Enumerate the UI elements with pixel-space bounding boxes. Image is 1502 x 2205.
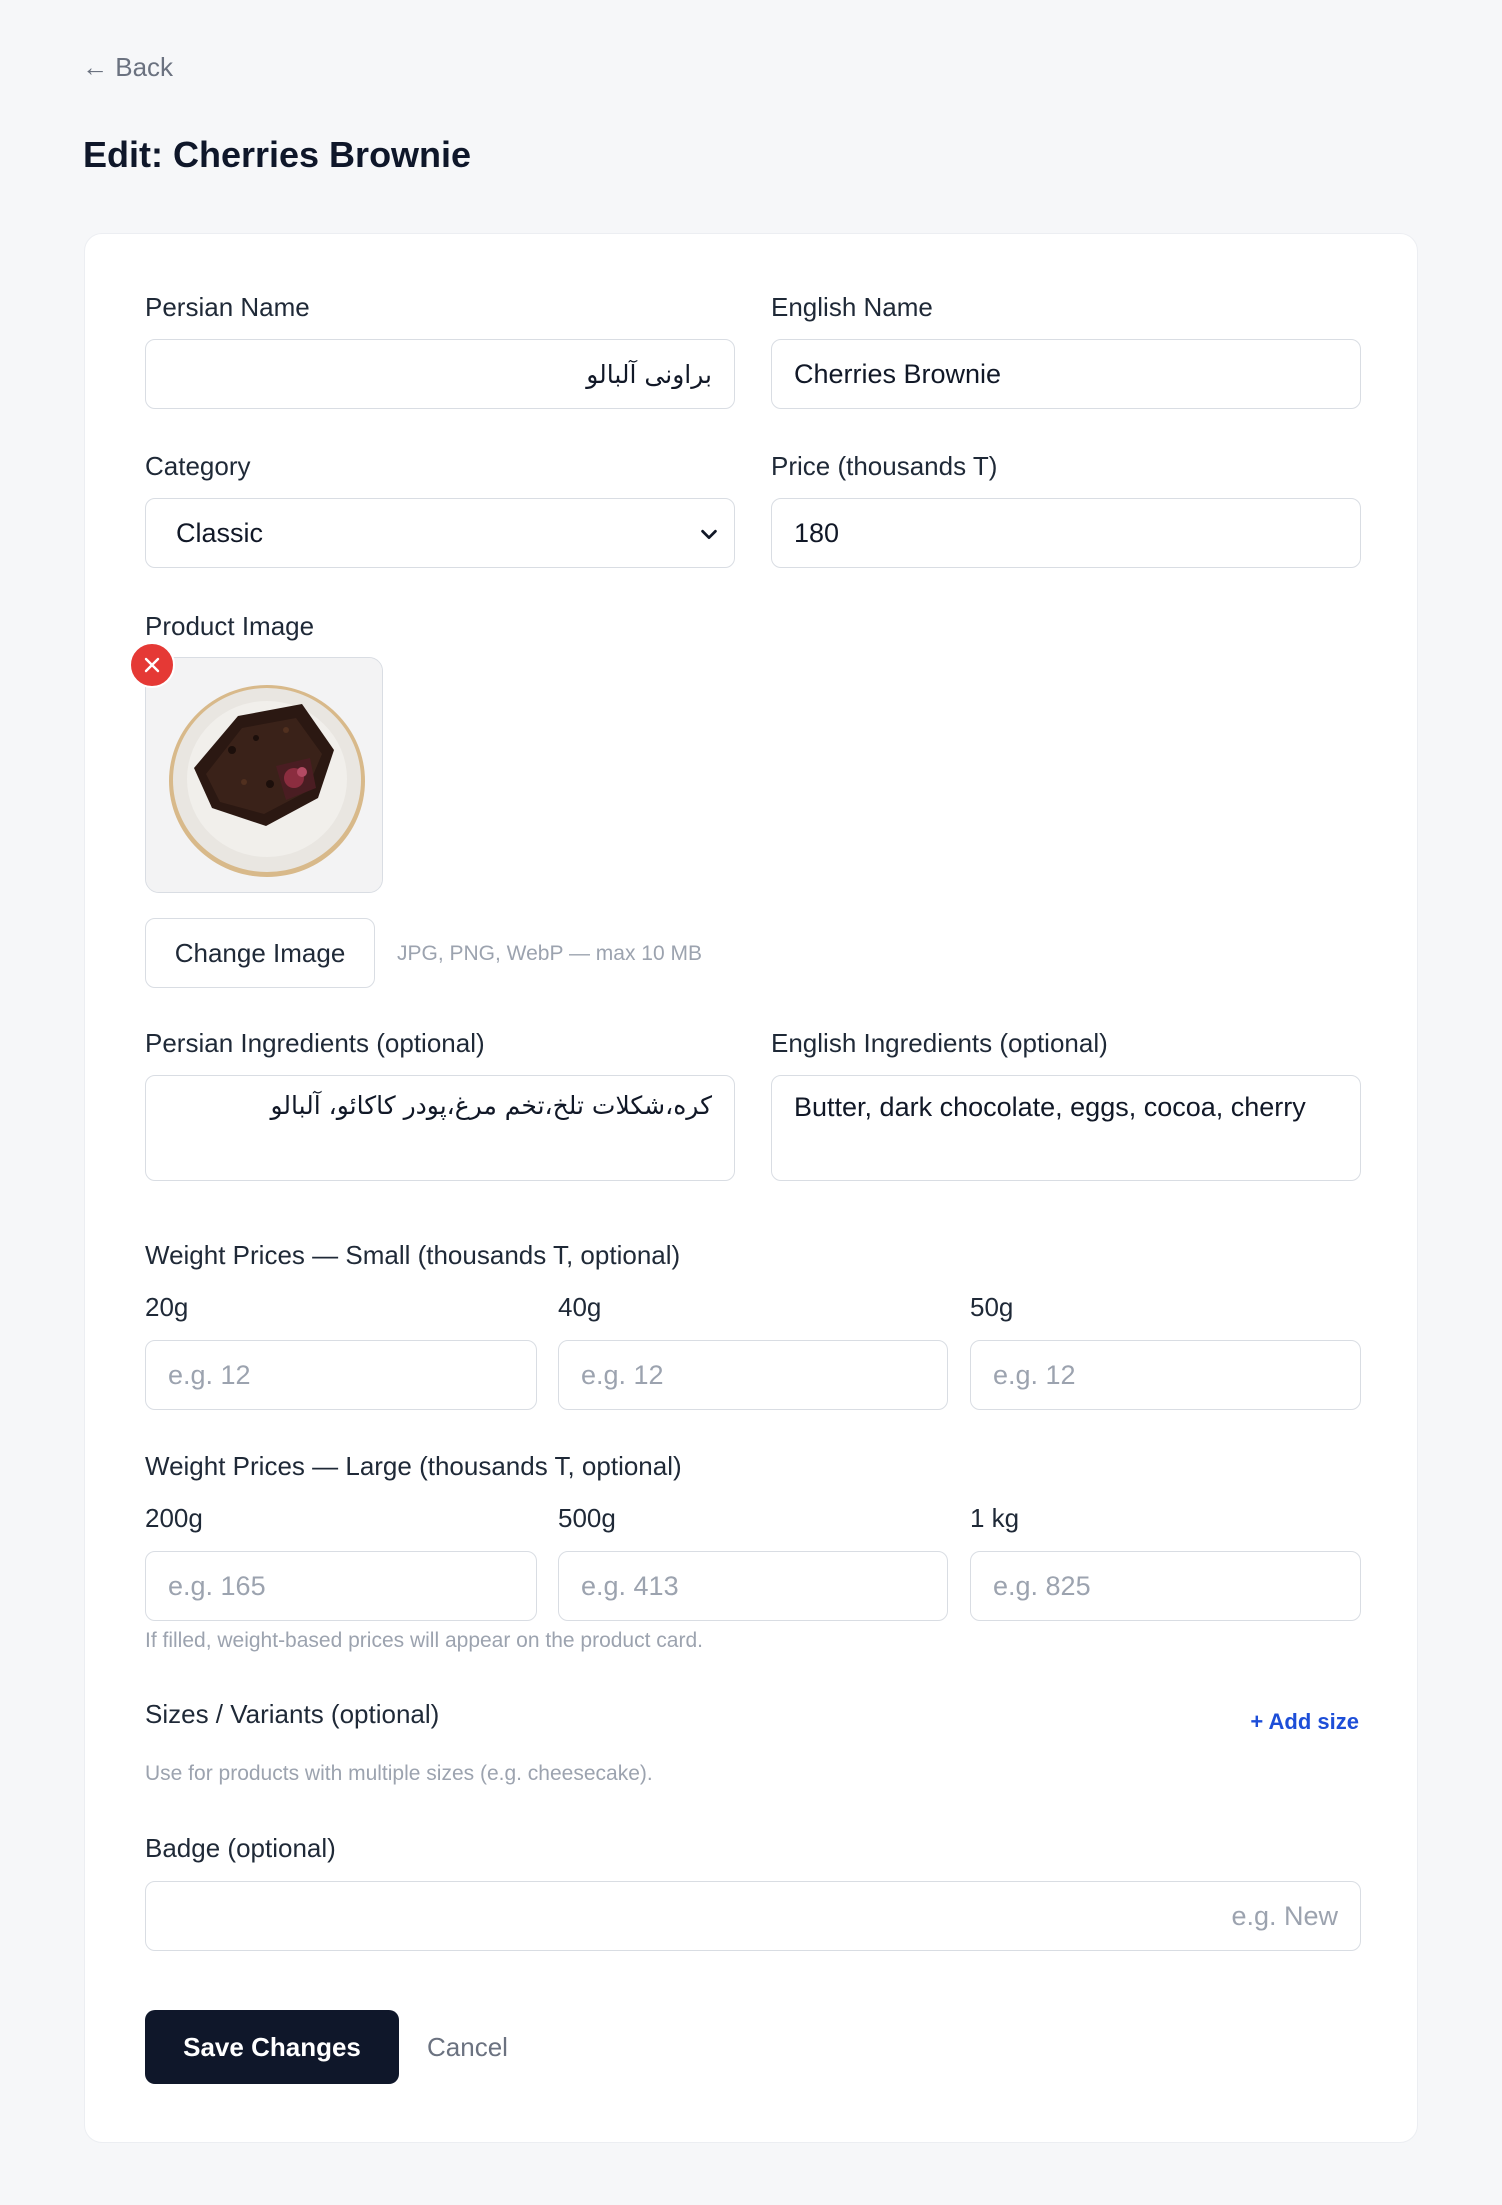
weight-200g-label: 200g — [145, 1503, 203, 1533]
badge-label: Badge (optional) — [145, 1833, 336, 1863]
weight-500g-input[interactable] — [558, 1551, 948, 1621]
edit-form-card: Persian Name English Name Category Class… — [84, 233, 1418, 2143]
english-name-label: English Name — [771, 292, 933, 322]
persian-name-input[interactable] — [145, 339, 735, 409]
category-selected-value: Classic — [176, 517, 264, 548]
weight-small-section-label: Weight Prices — Small (thousands T, opti… — [145, 1240, 681, 1270]
chevron-down-icon — [701, 529, 717, 540]
back-link[interactable]: ← Back — [82, 52, 173, 83]
category-select[interactable]: Classic — [145, 498, 735, 568]
sizes-hint: Use for products with multiple sizes (e.… — [145, 1762, 653, 1785]
price-label: Price (thousands T) — [771, 451, 998, 481]
close-icon — [144, 657, 160, 673]
weight-large-section-label: Weight Prices — Large (thousands T, opti… — [145, 1451, 682, 1481]
product-image-label: Product Image — [145, 611, 315, 641]
weight-20g-input[interactable] — [145, 1340, 537, 1410]
product-image-preview — [145, 657, 383, 893]
weight-50g-label: 50g — [970, 1292, 1014, 1322]
persian-name-label: Persian Name — [145, 292, 310, 322]
english-name-input[interactable] — [771, 339, 1361, 409]
weight-1kg-label: 1 kg — [970, 1503, 1020, 1533]
category-label: Category — [145, 451, 251, 481]
page-title: Edit: Cherries Brownie — [83, 134, 472, 175]
weight-prices-hint: If filled, weight-based prices will appe… — [145, 1629, 703, 1652]
weight-40g-label: 40g — [558, 1292, 602, 1322]
cancel-button[interactable]: Cancel — [427, 2010, 508, 2084]
change-image-button[interactable]: Change Image — [145, 918, 375, 988]
weight-50g-input[interactable] — [970, 1340, 1361, 1410]
weight-500g-label: 500g — [558, 1503, 616, 1533]
persian-ingredients-input[interactable]: کره،شکلات تلخ،تخم مرغ،پودر کاکائو، آلبال… — [145, 1075, 735, 1181]
english-ingredients-input[interactable]: Butter, dark chocolate, eggs, cocoa, che… — [771, 1075, 1361, 1181]
sizes-section-label: Sizes / Variants (optional) — [145, 1699, 440, 1729]
save-changes-button[interactable]: Save Changes — [145, 2010, 399, 2084]
weight-200g-input[interactable] — [145, 1551, 537, 1621]
brownie-image — [146, 658, 382, 892]
badge-input[interactable] — [145, 1881, 1361, 1951]
price-input[interactable] — [771, 498, 1361, 568]
image-format-hint: JPG, PNG, WebP — max 10 MB — [397, 942, 702, 965]
weight-20g-label: 20g — [145, 1292, 189, 1322]
weight-1kg-input[interactable] — [970, 1551, 1361, 1621]
weight-40g-input[interactable] — [558, 1340, 948, 1410]
add-size-link[interactable]: + Add size — [1250, 1709, 1359, 1735]
persian-ingredients-label: Persian Ingredients (optional) — [145, 1028, 485, 1058]
english-ingredients-label: English Ingredients (optional) — [771, 1028, 1108, 1058]
remove-image-button[interactable] — [129, 642, 175, 688]
